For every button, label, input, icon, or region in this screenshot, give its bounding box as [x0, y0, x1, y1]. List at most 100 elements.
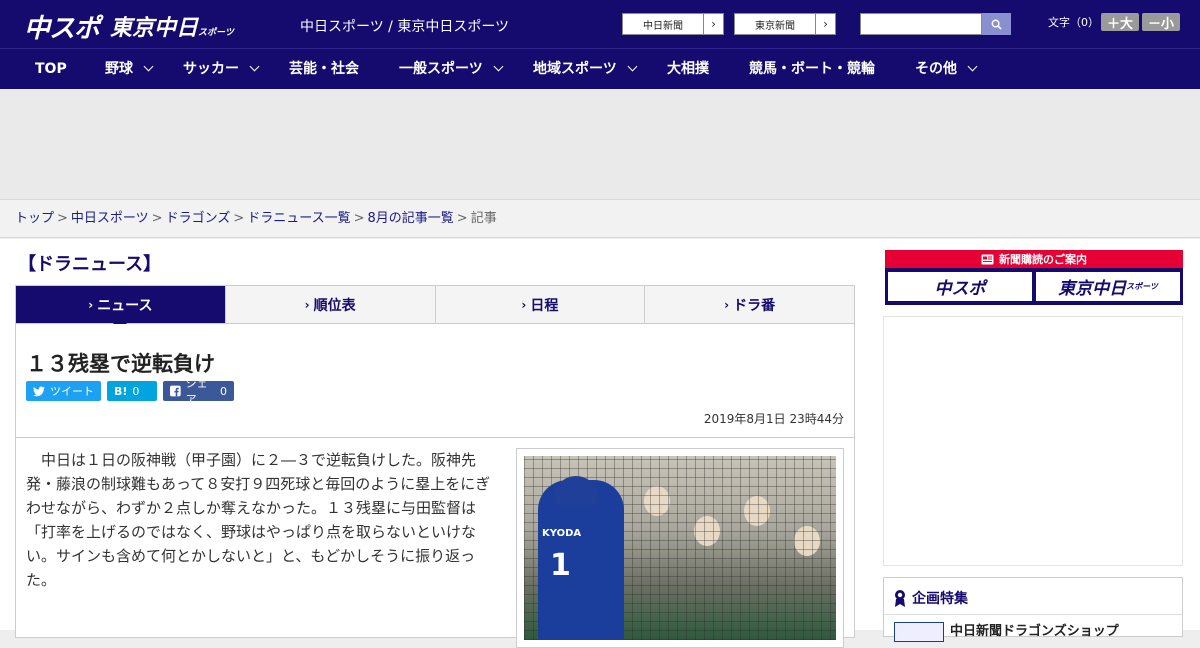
search-input[interactable] [860, 13, 982, 35]
facebook-share-count: 0 [220, 384, 227, 398]
nav-general-sports[interactable]: 一般スポーツ [399, 49, 504, 90]
tab-schedule[interactable]: › 日程 [434, 286, 645, 323]
feature-box: 企画特集 中日新聞ドラゴンズショップ [883, 577, 1183, 642]
breadcrumb-separator: > [233, 211, 245, 226]
site-header: 中スポ 東京中日スポーツ 中日スポーツ / 東京中日スポーツ 中日新聞 › 東京… [0, 0, 1200, 48]
font-size-label: 文字（0） [1048, 16, 1099, 29]
breadcrumb-separator: > [456, 211, 468, 226]
chevron-down-icon [143, 61, 154, 72]
sidebar-ad-area [883, 316, 1183, 566]
chevron-right-icon: › [88, 297, 94, 312]
nav-label: 大相撲 [667, 61, 709, 77]
breadcrumb: トップ > 中日スポーツ > ドラゴンズ > ドラニュース一覧 >8月の記事一覧 > 記事 [0, 200, 1200, 238]
nav-sumo[interactable]: 大相撲 [667, 49, 709, 90]
article-photo[interactable]: KYODA 1 [516, 448, 844, 648]
facebook-share-label: シェア [185, 377, 208, 406]
article-headline: １３残塁で逆転負け [26, 352, 215, 376]
site-subtitle: 中日スポーツ / 東京中日スポーツ [300, 19, 510, 35]
chevron-right-icon: › [815, 14, 835, 34]
breadcrumb-separator: > [151, 211, 163, 226]
tokyo-shimbun-label: 東京新聞 [755, 20, 795, 32]
breadcrumb-dragons[interactable]: ドラゴンズ [166, 211, 231, 226]
logo-tokyo-text: 東京中日 [110, 16, 199, 41]
nav-label: 競馬・ボート・競輪 [749, 61, 875, 77]
chevron-down-icon [493, 61, 504, 72]
tweet-button[interactable]: ツイート [26, 381, 101, 401]
chevron-right-icon: › [724, 297, 730, 312]
logo-tokyo-chunichi[interactable]: 東京中日スポーツ [110, 10, 234, 42]
banner-logo-tokyo-text: 東京中日 [1058, 279, 1127, 299]
nav-label: 一般スポーツ [399, 61, 483, 77]
breadcrumb-august-list[interactable]: 8月の記事一覧 [368, 211, 454, 226]
section-title: 【ドラニュース】 [18, 254, 162, 275]
chevron-right-icon: › [703, 14, 723, 34]
font-smaller-button[interactable]: －小 [1142, 13, 1180, 32]
article-photo-image: KYODA 1 [524, 456, 836, 640]
breadcrumb-top[interactable]: トップ [15, 211, 54, 226]
feature-title: 企画特集 [894, 588, 968, 608]
nav-regional-sports[interactable]: 地域スポーツ [533, 49, 638, 90]
nav-baseball[interactable]: 野球 [105, 49, 154, 90]
nav-racing[interactable]: 競馬・ボート・競輪 [749, 49, 875, 90]
subscription-banner-title: 新聞購読のご案内 [885, 250, 1183, 268]
nav-soccer[interactable]: サッカー [183, 49, 260, 90]
tab-label: 日程 [530, 297, 559, 314]
main-nav: TOP 野球 サッカー 芸能・社会 一般スポーツ 地域スポーツ 大相撲 競馬・ボ… [0, 48, 1200, 89]
section-tabs: › ニュース › 順位表 › 日程 › ドラ番 [15, 285, 855, 331]
ribbon-badge-icon [895, 590, 905, 607]
nav-label: サッカー [183, 61, 239, 77]
breadcrumb-dora-news-list[interactable]: ドラニュース一覧 [247, 211, 350, 226]
nav-top[interactable]: TOP [35, 49, 67, 90]
tab-label: ニュース [97, 297, 153, 314]
nav-other[interactable]: その他 [915, 49, 978, 90]
breadcrumb-current: 記事 [470, 211, 497, 226]
feature-thumbnail[interactable] [894, 622, 944, 642]
chevron-down-icon [627, 61, 638, 72]
hatena-bookmark-button[interactable]: B! 0 [107, 381, 157, 401]
chunichi-shimbun-label: 中日新聞 [643, 20, 683, 32]
hatena-count: 0 [132, 384, 140, 398]
main-content: 【ドラニュース】 › ニュース › 順位表 › 日程 › ドラ番 １３残塁で逆転負け ツ… [0, 239, 1200, 648]
search-button[interactable] [982, 13, 1011, 35]
nav-label: TOP [35, 61, 67, 77]
article-date: 2019年8月1日 23時44分 [703, 412, 844, 426]
article-header: １３残塁で逆転負け ツイート B! 0 シェア 0 2019年8月1日 23時4… [15, 324, 855, 438]
tweet-label: ツイート [50, 385, 94, 398]
feature-title-text: 企画特集 [912, 591, 968, 607]
breadcrumb-chunichi-sports[interactable]: 中日スポーツ [71, 211, 149, 226]
nav-label: 芸能・社会 [289, 61, 359, 77]
chevron-right-icon: › [304, 297, 310, 312]
hatena-icon: B! [114, 384, 128, 398]
font-bigger-button[interactable]: ＋大 [1101, 13, 1139, 32]
tab-news[interactable]: › ニュース [16, 286, 225, 331]
search-icon [991, 19, 1002, 30]
article-text: 中日は１日の阪神戦（甲子園）に２―３で逆転負けした。阪神先発・藤浪の制球難もあっ… [26, 451, 491, 589]
newspaper-icon [981, 254, 994, 264]
nav-label: その他 [915, 61, 957, 77]
chevron-right-icon: › [521, 297, 527, 312]
jersey-number: 1 [550, 548, 571, 583]
nav-label: 野球 [105, 61, 133, 77]
breadcrumb-separator: > [57, 211, 68, 226]
facebook-share-button[interactable]: シェア 0 [163, 377, 234, 406]
chevron-down-icon [967, 61, 978, 72]
logo-chuspo[interactable]: 中スポ [24, 8, 100, 45]
top-ad-area [0, 89, 1200, 200]
tab-standings[interactable]: › 順位表 [224, 286, 435, 323]
divider [884, 614, 1182, 615]
chevron-down-icon [249, 61, 260, 72]
article-body: 中日は１日の阪神戦（甲子園）に２―３で逆転負けした。阪神先発・藤浪の制球難もあっ… [15, 438, 855, 648]
facebook-icon [170, 385, 181, 397]
tab-dora-ban[interactable]: › ドラ番 [644, 286, 854, 323]
nav-entertainment[interactable]: 芸能・社会 [289, 49, 359, 90]
tab-label: 順位表 [313, 297, 356, 314]
banner-logo-chuspo[interactable]: 中スポ [888, 272, 1032, 301]
nav-label: 地域スポーツ [533, 61, 617, 77]
banner-logo-tokyo-small: スポーツ [1126, 282, 1158, 291]
chunichi-shimbun-link[interactable]: 中日新聞 › [622, 13, 724, 35]
tokyo-shimbun-link[interactable]: 東京新聞 › [734, 13, 836, 35]
subscription-banner-text: 新聞購読のご案内 [999, 253, 1087, 266]
banner-logo-tokyo-chunichi[interactable]: 東京中日 スポーツ [1036, 272, 1180, 301]
breadcrumb-separator: > [353, 211, 365, 226]
twitter-bird-icon [33, 385, 45, 396]
